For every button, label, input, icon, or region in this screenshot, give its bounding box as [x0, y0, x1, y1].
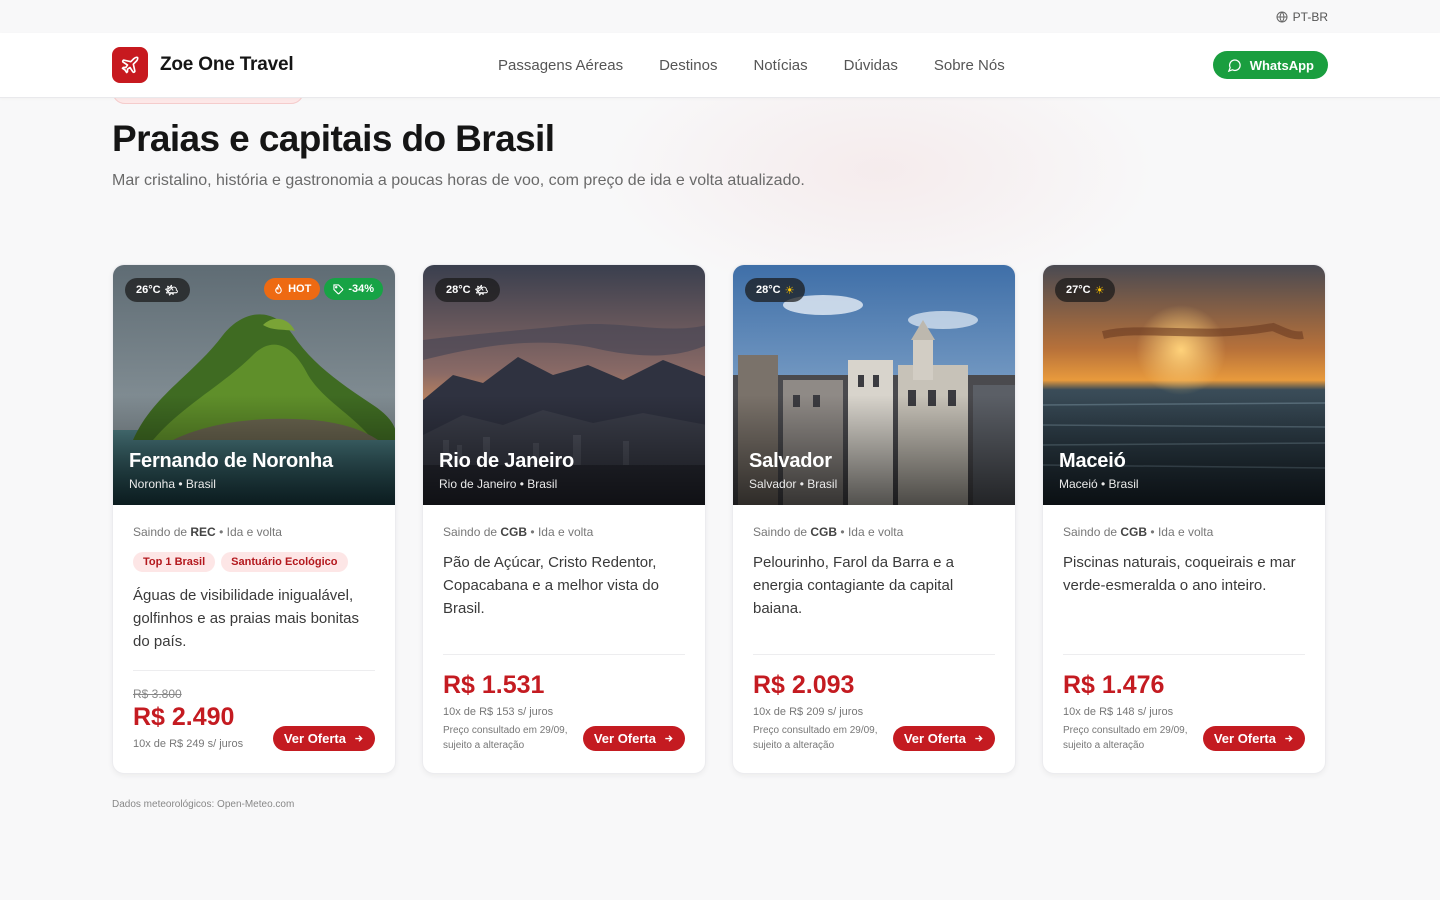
divider — [443, 654, 685, 655]
tag-list: Top 1 Brasil Santuário Ecológico — [133, 552, 375, 572]
destination-cards: 26°C 🌤 HOT -34% Fernando de Noronha Noron… — [112, 264, 1326, 774]
destination-image: 27°C ☀ Maceió Maceió • Brasil — [1043, 265, 1325, 505]
site-header: Zoe One Travel Passagens Aéreas Destinos… — [0, 33, 1440, 98]
temperature-badge: 26°C 🌤 — [125, 278, 190, 302]
city-caption: Salvador Salvador • Brasil — [749, 450, 837, 491]
ver-oferta-button[interactable]: Ver Oferta — [892, 726, 995, 751]
installments: 10x de R$ 153 s/ juros — [443, 706, 554, 718]
destination-card-rio[interactable]: 28°C 🌤 Rio de Janeiro Rio de Janeiro • Br… — [422, 264, 706, 774]
city-name: Salvador — [749, 450, 832, 472]
destination-card-noronha[interactable]: 26°C 🌤 HOT -34% Fernando de Noronha Noron… — [112, 264, 396, 774]
divider — [133, 670, 375, 671]
price-note: Preço consultado em 29/09, sujeito a alt… — [443, 725, 568, 751]
whatsapp-icon — [1227, 58, 1241, 72]
discount-badge: -34% — [324, 278, 383, 300]
city-caption: Fernando de Noronha Noronha • Brasil — [129, 450, 333, 491]
arrow-right-icon — [355, 735, 363, 742]
sun-cloud-icon: 🌤 — [474, 284, 489, 297]
city-caption: Maceió Maceió • Brasil — [1059, 450, 1139, 491]
destination-description: Águas de visibilidade inigualável, golfi… — [133, 587, 359, 650]
price: R$ 1.531 — [443, 671, 545, 699]
whatsapp-label: WhatsApp — [1249, 57, 1314, 73]
origin-line: Saindo de CGB • Ida e volta — [753, 525, 904, 539]
price-note: Preço consultado em 29/09, sujeito a alt… — [1063, 725, 1188, 751]
tag-icon — [333, 283, 344, 294]
brand-name: Zoe One Travel — [160, 54, 294, 75]
main-nav: Passagens Aéreas Destinos Notícias Dúvid… — [498, 57, 1005, 74]
installments: 10x de R$ 249 s/ juros — [133, 738, 244, 750]
sun-cloud-icon: 🌤 — [164, 284, 179, 297]
temperature-badge: 28°C 🌤 — [435, 278, 500, 302]
destination-description: Pelourinho, Farol da Barra e a energia c… — [753, 554, 954, 617]
sun-icon: ☀ — [1094, 284, 1105, 297]
temperature-badge: 28°C ☀ — [745, 278, 806, 302]
arrow-right-icon — [665, 735, 673, 742]
airplane-logo-icon — [112, 47, 148, 83]
top-bar: PT-BR — [0, 0, 1440, 33]
city-region: Rio de Janeiro • Brasil — [439, 477, 558, 491]
origin-line: Saindo de CGB • Ida e volta — [1063, 525, 1214, 539]
tag-santuario: Santuário Ecológico — [221, 552, 348, 572]
nav-sobre[interactable]: Sobre Nós — [934, 57, 1005, 74]
divider — [753, 654, 995, 655]
nav-passagens[interactable]: Passagens Aéreas — [498, 57, 623, 74]
origin-line: Saindo de REC • Ida e volta — [133, 525, 282, 539]
price: R$ 2.490 — [133, 703, 235, 731]
city-caption: Rio de Janeiro Rio de Janeiro • Brasil — [439, 450, 574, 491]
ver-oferta-button[interactable]: Ver Oferta — [272, 726, 375, 751]
city-name: Maceió — [1059, 450, 1126, 472]
city-region: Noronha • Brasil — [129, 477, 216, 491]
price: R$ 2.093 — [753, 671, 855, 699]
flame-icon — [275, 283, 282, 294]
destination-image: 28°C ☀ Salvador Salvador • Brasil — [733, 265, 1015, 505]
nav-noticias[interactable]: Notícias — [753, 57, 807, 74]
promo-badges: HOT -34% — [264, 278, 383, 300]
nav-destinos[interactable]: Destinos — [659, 57, 717, 74]
language-label: PT-BR — [1292, 9, 1328, 24]
destination-card-maceio[interactable]: 27°C ☀ Maceió Maceió • Brasil Saindo de C… — [1042, 264, 1326, 774]
sun-icon: ☀ — [784, 284, 795, 297]
temperature-badge: 27°C ☀ — [1055, 278, 1116, 302]
weather-credit: Dados meteorológicos: Open-Meteo.com — [112, 799, 295, 810]
section-title: Praias e capitais do Brasil — [112, 118, 555, 159]
ver-oferta-button[interactable]: Ver Oferta — [582, 726, 685, 751]
installments: 10x de R$ 209 s/ juros — [753, 706, 864, 718]
divider — [1063, 654, 1305, 655]
ver-oferta-button[interactable]: Ver Oferta — [1202, 726, 1305, 751]
destination-description: Piscinas naturais, coqueirais e mar verd… — [1063, 554, 1296, 594]
destination-image: 26°C 🌤 HOT -34% Fernando de Noronha Noron… — [113, 265, 395, 505]
price-note: Preço consultado em 29/09, sujeito a alt… — [753, 725, 878, 751]
city-region: Salvador • Brasil — [749, 477, 838, 491]
city-name: Fernando de Noronha — [129, 450, 333, 472]
arrow-right-icon — [1285, 735, 1293, 742]
origin-line: Saindo de CGB • Ida e volta — [443, 525, 594, 539]
destination-card-salvador[interactable]: 28°C ☀ Salvador Salvador • Brasil Saindo … — [732, 264, 1016, 774]
language-selector[interactable]: PT-BR — [1276, 10, 1328, 24]
price: R$ 1.476 — [1063, 671, 1165, 699]
hot-badge: HOT — [264, 278, 321, 300]
installments: 10x de R$ 148 s/ juros — [1063, 706, 1174, 718]
city-name: Rio de Janeiro — [439, 450, 575, 472]
whatsapp-button[interactable]: WhatsApp — [1212, 51, 1328, 79]
tag-top1: Top 1 Brasil — [133, 552, 216, 572]
brand-logo[interactable]: Zoe One Travel — [112, 47, 452, 83]
nav-duvidas[interactable]: Dúvidas — [844, 57, 898, 74]
section-subtitle: Mar cristalino, história e gastronomia a… — [112, 172, 805, 189]
destination-description: Pão de Açúcar, Cristo Redentor, Copacaba… — [443, 554, 659, 617]
old-price: R$ 3.800 — [133, 687, 182, 701]
globe-icon — [1276, 11, 1288, 22]
city-region: Maceió • Brasil — [1059, 477, 1139, 491]
destination-image: 28°C 🌤 Rio de Janeiro Rio de Janeiro • Br… — [423, 265, 705, 505]
arrow-right-icon — [975, 735, 983, 742]
